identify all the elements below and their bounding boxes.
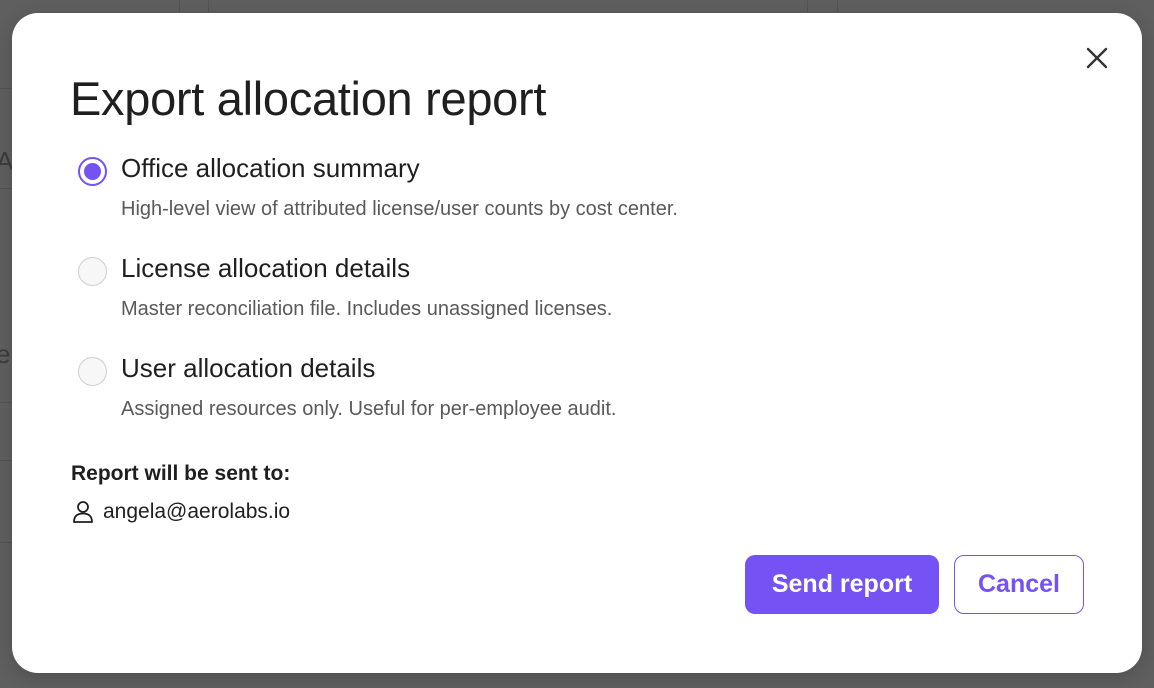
user-icon xyxy=(73,501,93,523)
export-report-dialog: Export allocation report Office allocati… xyxy=(12,13,1142,673)
option-description: Assigned resources only. Useful for per-… xyxy=(121,398,617,420)
dialog-title: Export allocation report xyxy=(70,72,547,125)
option-description: High-level view of attributed license/us… xyxy=(121,198,678,220)
send-report-button[interactable]: Send report xyxy=(745,555,939,614)
cancel-button[interactable]: Cancel xyxy=(954,555,1084,614)
close-icon xyxy=(1086,47,1108,69)
background-divider xyxy=(837,0,838,14)
radio-button[interactable] xyxy=(78,357,107,386)
close-button[interactable] xyxy=(1084,45,1110,71)
option-label: User allocation details xyxy=(121,353,376,383)
option-label: Office allocation summary xyxy=(121,153,420,183)
recipient: angela@aerolabs.io xyxy=(72,499,290,525)
recipient-email: angela@aerolabs.io xyxy=(103,500,291,523)
recipient-heading: Report will be sent to: xyxy=(71,462,291,485)
background-divider xyxy=(179,0,180,14)
radio-button-selected[interactable] xyxy=(78,157,107,186)
option-label: License allocation details xyxy=(121,253,411,283)
background-text: e xyxy=(0,339,11,369)
background-divider xyxy=(208,0,209,14)
radio-button[interactable] xyxy=(78,257,107,286)
background-divider xyxy=(807,0,808,14)
option-description: Master reconciliation file. Includes una… xyxy=(121,298,613,320)
